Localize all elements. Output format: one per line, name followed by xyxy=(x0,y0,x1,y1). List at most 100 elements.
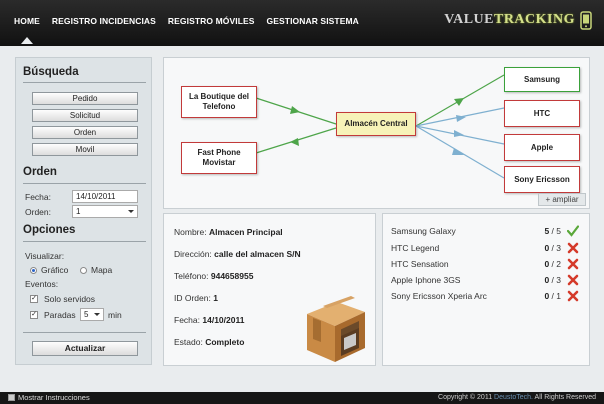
min-label: min xyxy=(108,310,122,320)
paradas-select[interactable]: 5 xyxy=(80,308,104,321)
paradas-checkbox[interactable]: ✓ xyxy=(30,311,38,319)
nav-gestionar-sistema[interactable]: GESTIONAR SISTEMA xyxy=(261,16,365,26)
fecha-input[interactable]: 14/10/2011 xyxy=(72,190,138,203)
info-estado: Estado: Completo xyxy=(174,337,244,347)
list-item-count: 5 / 5 xyxy=(544,226,561,236)
mapa-radio[interactable] xyxy=(80,267,87,274)
id-orden-value: 1 xyxy=(213,293,218,303)
info-id-orden: ID Orden: 1 xyxy=(174,293,218,303)
nav-home[interactable]: HOME xyxy=(8,16,46,44)
divider xyxy=(23,241,146,242)
list-item-name: Samsung Galaxy xyxy=(391,226,456,236)
fecha-info-value: 14/10/2011 xyxy=(202,315,245,325)
almacen-info-panel: Nombre: Almacen Principal Dirección: cal… xyxy=(163,213,376,366)
list-item[interactable]: Apple Iphone 3GS 0 / 3 xyxy=(391,273,581,287)
list-item-name: Apple Iphone 3GS xyxy=(391,275,461,285)
arrowhead-sony xyxy=(452,148,464,155)
actualizar-button[interactable]: Actualizar xyxy=(32,341,138,356)
moviles-list-panel: Samsung Galaxy 5 / 5 HTC Legend 0 / 3 HT… xyxy=(382,213,590,366)
node-htc[interactable]: HTC xyxy=(504,100,580,127)
estado-value: Completo xyxy=(205,337,245,347)
info-fecha: Fecha: 14/10/2011 xyxy=(174,315,244,325)
orden-title: Orden xyxy=(23,166,57,178)
node-almacen-central[interactable]: Almacén Central xyxy=(336,112,416,136)
main-nav: HOME REGISTRO INCIDENCIAS REGISTRO MÓVIL… xyxy=(8,16,365,44)
paradas-select-value: 5 xyxy=(84,310,89,319)
grafico-radio[interactable] xyxy=(30,267,37,274)
chevron-down-icon xyxy=(128,210,134,213)
info-telefono: Teléfono: 944658955 xyxy=(174,271,253,281)
id-orden-label: ID Orden: xyxy=(174,293,211,303)
ampliar-button[interactable]: + ampliar xyxy=(538,193,586,206)
list-item-count: 0 / 2 xyxy=(544,259,561,269)
sidebar: Búsqueda Pedido Solicitud Orden Movil Or… xyxy=(15,57,152,365)
phone-logo-icon xyxy=(580,11,592,30)
estado-label: Estado: xyxy=(174,337,203,347)
divider xyxy=(23,332,146,333)
deustotech-link[interactable]: DeustoTech. xyxy=(494,394,533,401)
eventos-label: Eventos: xyxy=(25,279,59,289)
top-navigation-bar: HOME REGISTRO INCIDENCIAS REGISTRO MÓVIL… xyxy=(0,0,604,46)
list-item-count: 0 / 3 xyxy=(544,275,561,285)
opciones-title: Opciones xyxy=(23,224,76,236)
list-item[interactable]: HTC Legend 0 / 3 xyxy=(391,241,581,255)
cross-icon xyxy=(567,290,579,302)
paradas-label: Paradas xyxy=(44,310,76,320)
valuetracking-logo: VALUETRACKING xyxy=(444,10,594,30)
divider xyxy=(23,183,146,184)
node-la-boutique[interactable]: La Boutique del Telefono xyxy=(181,86,257,118)
telefono-value: 944658955 xyxy=(210,271,254,281)
nav-registro-incidencias[interactable]: REGISTRO INCIDENCIAS xyxy=(46,16,162,26)
list-item-name: Sony Ericsson Xperia Arc xyxy=(391,291,487,301)
list-item[interactable]: Samsung Galaxy 5 / 5 xyxy=(391,224,581,238)
divider xyxy=(23,82,146,83)
nombre-label: Nombre: xyxy=(174,227,207,237)
node-apple[interactable]: Apple xyxy=(504,134,580,161)
node-fast-phone[interactable]: Fast Phone Movistar xyxy=(181,142,257,174)
footer-bar: Mostrar Instrucciones Copyright © 2011 D… xyxy=(0,392,604,404)
node-samsung[interactable]: Samsung xyxy=(504,67,580,92)
orden-button[interactable]: Orden xyxy=(32,126,138,139)
copyright-text: Copyright © 2011 DeustoTech. All Rights … xyxy=(438,394,596,401)
cross-icon xyxy=(567,242,579,254)
visualizar-label: Visualizar: xyxy=(25,251,65,261)
check-icon xyxy=(567,225,579,237)
grafico-label: Gráfico xyxy=(41,265,69,275)
logo-text: VALUETRACKING xyxy=(444,12,575,27)
list-item[interactable]: HTC Sensation 0 / 2 xyxy=(391,257,581,271)
direccion-value: calle del almacen S/N xyxy=(214,249,301,259)
instrucciones-label: Mostrar Instrucciones xyxy=(18,393,90,402)
arrowhead-samsung xyxy=(454,98,464,106)
mostrar-instrucciones-toggle[interactable]: Mostrar Instrucciones xyxy=(8,393,90,402)
direccion-label: Dirección: xyxy=(174,249,212,259)
nav-registro-moviles[interactable]: REGISTRO MÓVILES xyxy=(162,16,261,26)
chevron-down-icon xyxy=(94,313,100,316)
flow-diagram-panel: La Boutique del Telefono Fast Phone Movi… xyxy=(163,57,590,209)
fecha-label: Fecha: xyxy=(25,192,51,202)
solo-servidos-label: Solo servidos xyxy=(44,294,96,304)
orden-select[interactable]: 1 xyxy=(72,205,138,218)
busqueda-title: Búsqueda xyxy=(23,66,79,78)
list-item-name: HTC Sensation xyxy=(391,259,449,269)
fecha-info-label: Fecha: xyxy=(174,315,200,325)
node-sony-ericsson[interactable]: Sony Ericsson xyxy=(504,166,580,193)
list-item[interactable]: Sony Ericsson Xperia Arc 0 / 1 xyxy=(391,289,581,303)
cross-icon xyxy=(567,258,579,270)
list-item-name: HTC Legend xyxy=(391,243,440,253)
solicitud-button[interactable]: Solicitud xyxy=(32,109,138,122)
list-item-count: 0 / 3 xyxy=(544,243,561,253)
info-direccion: Dirección: calle del almacen S/N xyxy=(174,249,301,259)
pedido-button[interactable]: Pedido xyxy=(32,92,138,105)
instrucciones-checkbox[interactable] xyxy=(8,394,15,401)
orden-select-value: 1 xyxy=(76,207,81,216)
arrowhead-fastphone xyxy=(290,138,299,146)
telefono-label: Teléfono: xyxy=(174,271,209,281)
movil-button[interactable]: Movil xyxy=(32,143,138,156)
solo-servidos-checkbox[interactable]: ✓ xyxy=(30,295,38,303)
orden-label: Orden: xyxy=(25,207,51,217)
mapa-label: Mapa xyxy=(91,265,113,275)
warehouse-box-icon xyxy=(307,296,365,362)
arrowhead-boutique xyxy=(290,106,300,114)
nombre-value: Almacen Principal xyxy=(208,227,283,237)
cross-icon xyxy=(567,274,579,286)
